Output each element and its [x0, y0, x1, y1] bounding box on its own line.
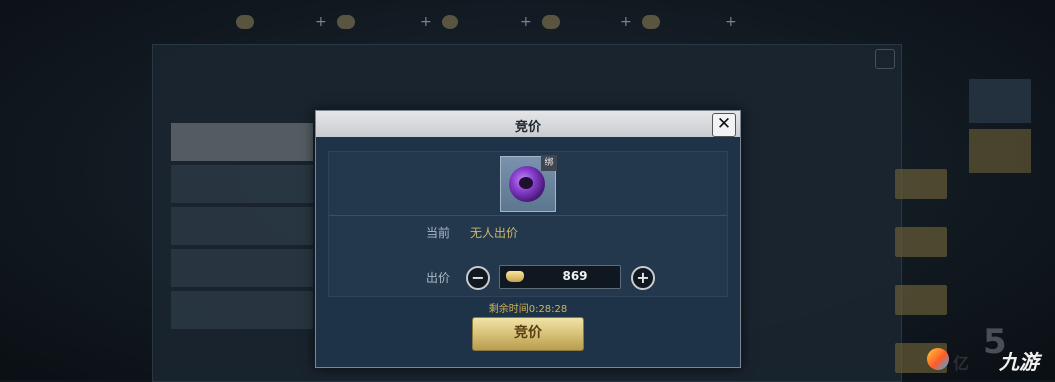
currency-icon	[336, 15, 355, 29]
resource-slot: +	[520, 12, 560, 32]
bid-amount-value: 869	[562, 269, 588, 283]
watermark: 5 亿 九游	[927, 322, 1047, 376]
minus-icon[interactable]: −	[466, 266, 490, 290]
right-tab	[969, 79, 1031, 123]
divider	[329, 215, 727, 216]
resource-bar: + + + + +	[220, 8, 760, 36]
side-tab	[171, 123, 313, 161]
background-gold-button	[895, 169, 947, 199]
add-icon[interactable]: +	[725, 14, 737, 30]
bound-tag: 绑	[541, 155, 557, 171]
currency-icon	[441, 15, 458, 29]
plus-icon[interactable]: +	[631, 266, 655, 290]
background-close-icon	[875, 49, 895, 69]
resource-slot	[236, 12, 254, 32]
add-icon[interactable]: +	[420, 14, 432, 30]
watermark-text-left: 亿	[953, 354, 970, 373]
bid-button[interactable]: 竞价	[472, 317, 584, 351]
current-label: 当前	[426, 226, 451, 240]
current-value: 无人出价	[470, 226, 519, 240]
add-icon[interactable]: +	[520, 14, 532, 30]
resource-slot: +	[420, 12, 458, 32]
right-tab	[969, 129, 1031, 173]
bid-label: 出价	[426, 271, 451, 285]
side-tab	[171, 249, 313, 287]
watermark-text-right: 九游	[999, 350, 1039, 374]
bid-amount-field[interactable]: 869	[499, 265, 621, 289]
resource-slot: +	[725, 12, 743, 32]
watermark-logo-icon	[927, 348, 949, 370]
add-icon[interactable]: +	[315, 14, 327, 30]
gold-ingot-icon	[506, 271, 524, 282]
background-gold-button	[895, 285, 947, 315]
side-tab	[171, 291, 313, 329]
background-gold-button	[895, 227, 947, 257]
time-remaining: 剩余时间0:28:28	[488, 304, 568, 315]
close-icon[interactable]: ✕	[712, 113, 736, 137]
currency-icon	[541, 15, 560, 29]
bid-dialog: 竞价 ✕ 绑 当前 无人出价 出价 − 869 + 剩余时间0:28:28 竞价	[315, 110, 741, 368]
currency-icon	[236, 15, 254, 29]
side-tab	[171, 165, 313, 203]
side-tab	[171, 207, 313, 245]
resource-slot: +	[315, 12, 355, 32]
dialog-header: 竞价 ✕	[316, 111, 740, 137]
currency-icon	[641, 15, 660, 29]
resource-slot: +	[620, 12, 660, 32]
gem-center	[519, 177, 533, 189]
dialog-title: 竞价	[514, 120, 541, 135]
item-slot[interactable]: 绑	[500, 155, 557, 212]
add-icon[interactable]: +	[620, 14, 632, 30]
